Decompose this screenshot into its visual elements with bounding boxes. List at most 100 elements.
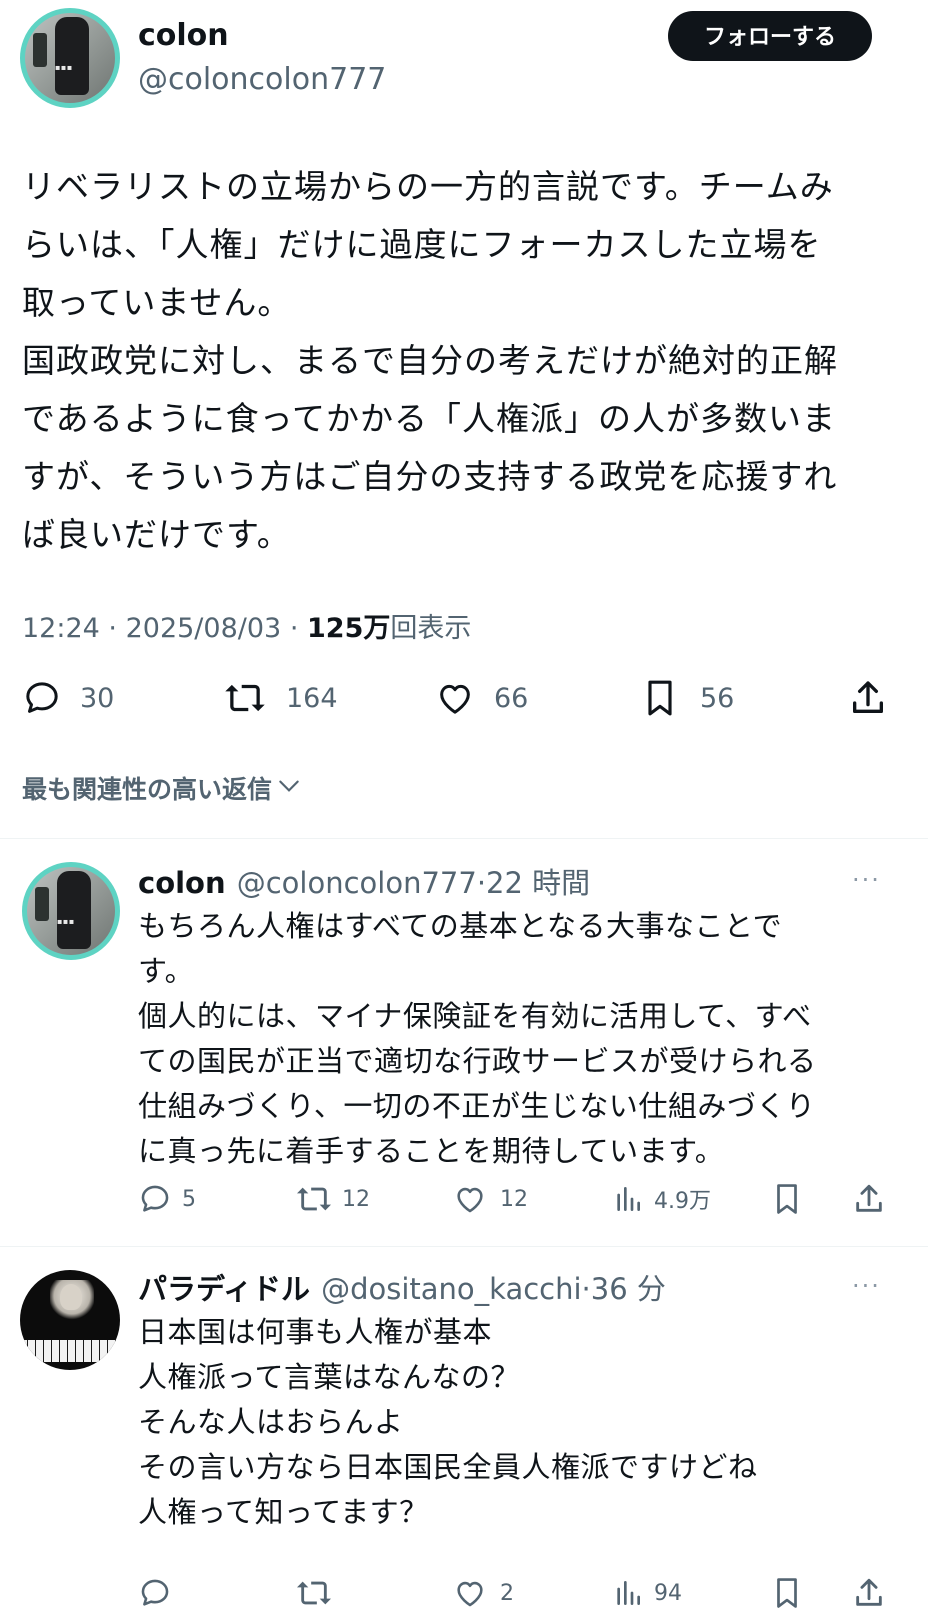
section-divider <box>0 838 928 839</box>
main-post-line: 取っていません。 <box>22 283 292 322</box>
main-author-avatar[interactable]: ▪▪▪ <box>20 8 120 108</box>
post-date[interactable]: 2025/08/03 <box>126 613 282 644</box>
reply-avatar[interactable] <box>20 1270 120 1370</box>
reply-reply-button[interactable] <box>138 1576 172 1610</box>
main-author-name[interactable]: colon <box>138 18 229 53</box>
bookmark-icon <box>772 1576 802 1610</box>
reply-line: 人権って知ってます？ <box>138 1495 429 1529</box>
like-count: 2 <box>500 1580 514 1606</box>
reply-text: もちろん人権はすべての基本となる大事なことで す。 個人的には、マイナ保険証を有… <box>138 904 878 1174</box>
like-icon <box>452 1576 488 1610</box>
reply-count: 5 <box>182 1186 196 1212</box>
reply-line: に真っ先に着手することを期待しています。 <box>138 1134 725 1168</box>
reply-bookmark-button[interactable] <box>772 1576 802 1610</box>
reply-line: 個人的には、マイナ保険証を有効に活用して、すべ <box>138 999 812 1033</box>
main-author-handle[interactable]: @coloncolon777 <box>138 62 386 97</box>
chevron-down-icon <box>276 774 302 803</box>
avatar-figure <box>55 17 89 95</box>
more-icon[interactable]: ··· <box>852 1272 881 1300</box>
avatar-head <box>60 1284 82 1310</box>
reply-bookmark-button[interactable] <box>772 1182 802 1216</box>
share-icon <box>852 1576 886 1610</box>
repost-icon <box>222 678 268 718</box>
reply-share-button[interactable] <box>852 1576 886 1610</box>
reply-line: もちろん人権はすべての基本となる大事なことで <box>138 909 783 943</box>
views-count: 94 <box>654 1580 682 1606</box>
main-post-line: らいは、「人権」だけに過度にフォーカスした立場を <box>22 225 822 264</box>
like-button[interactable]: 66 <box>434 678 528 718</box>
reply-like-button[interactable]: 2 <box>452 1576 514 1610</box>
reply-icon <box>138 1576 172 1610</box>
repost-count: 164 <box>286 682 338 714</box>
reply-author-name[interactable]: パラディドル <box>138 1272 310 1306</box>
like-count: 12 <box>500 1186 528 1212</box>
reply-divider <box>0 1246 928 1247</box>
post-time[interactable]: 12:24 <box>22 613 100 644</box>
reply-repost-button[interactable]: 12 <box>294 1182 370 1216</box>
avatar-watermark: ▪▪▪ <box>55 63 73 72</box>
share-icon <box>852 1182 886 1216</box>
avatar-piano-keys <box>20 1340 120 1362</box>
bookmark-count: 56 <box>700 682 735 714</box>
main-post-line: 国政政党に対し、まるで自分の考えだけが絶対的正解 <box>22 341 838 380</box>
reply-reply-button[interactable]: 5 <box>138 1182 196 1216</box>
reply-text: 日本国は何事も人権が基本 人権派って言葉はなんなの？ そんな人はおらんよ その言… <box>138 1310 878 1535</box>
bookmark-button[interactable]: 56 <box>642 678 734 718</box>
views-icon <box>612 1182 644 1216</box>
reply-sort-selector[interactable]: 最も関連性の高い返信 <box>22 770 302 806</box>
reply-count: 30 <box>80 682 115 714</box>
main-post-line: すが、そういう方はご自分の支持する政党を応援すれ <box>22 457 838 496</box>
reply-line: 人権派って言葉はなんなの？ <box>138 1360 521 1394</box>
reply-icon <box>22 678 62 718</box>
like-count: 66 <box>494 682 529 714</box>
reply-views-button[interactable]: 4.9万 <box>612 1182 711 1216</box>
avatar-figure <box>57 871 91 949</box>
avatar-watermark: ▪▪▪ <box>57 917 75 926</box>
reply-author-name[interactable]: colon <box>138 866 226 900</box>
views-icon <box>612 1576 644 1610</box>
views-count[interactable]: 125万 <box>307 613 390 644</box>
main-post-line: であるように食ってかかる「人権派」の人が多数いま <box>22 399 837 438</box>
repost-button[interactable]: 164 <box>222 678 338 718</box>
views-label: 回表示 <box>390 613 472 644</box>
avatar-suitcase <box>33 33 47 67</box>
reply-line: ての国民が正当で適切な行政サービスが受けられる <box>138 1044 817 1078</box>
reply-sort-label: 最も関連性の高い返信 <box>22 775 273 804</box>
reply-like-button[interactable]: 12 <box>452 1182 528 1216</box>
more-icon[interactable]: ··· <box>852 866 881 894</box>
reply-views-button[interactable]: 94 <box>612 1576 682 1610</box>
repost-icon <box>294 1576 334 1610</box>
reply-author-handle[interactable]: @dositano_kacchi <box>321 1272 581 1306</box>
reply-avatar[interactable]: ▪▪▪ <box>22 862 120 960</box>
meta-separator: · <box>108 613 117 644</box>
reply-line: 日本国は何事も人権が基本 <box>138 1315 493 1349</box>
repost-icon <box>294 1182 334 1216</box>
main-post-line: リベラリストの立場からの一方的言説です。チームみ <box>22 167 834 206</box>
avatar-suitcase <box>35 887 49 921</box>
reply-line: その言い方なら日本国民全員人権派ですけどね <box>138 1450 758 1484</box>
reply-line: 仕組みづくり、一切の不正が生じない仕組みづくり <box>138 1089 816 1123</box>
reply-button[interactable]: 30 <box>22 678 114 718</box>
share-button[interactable] <box>848 678 888 718</box>
bookmark-icon <box>642 678 678 718</box>
post-meta: 12:24 · 2025/08/03 · 125万回表示 <box>22 606 471 645</box>
reply-time[interactable]: ·36 分 <box>582 1272 666 1306</box>
follow-button[interactable]: フォローする <box>668 11 872 61</box>
reply-header: colon @coloncolon777·22 時間 <box>138 860 590 902</box>
bookmark-icon <box>772 1182 802 1216</box>
main-post-line: ば良いだけです。 <box>22 515 291 554</box>
repost-count: 12 <box>342 1186 370 1212</box>
reply-line: す。 <box>138 954 195 988</box>
reply-header: パラディドル @dositano_kacchi·36 分 <box>138 1266 666 1308</box>
like-icon <box>452 1182 488 1216</box>
reply-line: そんな人はおらんよ <box>138 1405 404 1439</box>
reply-author-handle[interactable]: @coloncolon777 <box>237 866 477 900</box>
meta-separator: · <box>289 613 299 644</box>
reply-time[interactable]: ·22 時間 <box>477 866 590 900</box>
reply-icon <box>138 1182 172 1216</box>
main-post-text: リベラリストの立場からの一方的言説です。チームみ らいは、「人権」だけに過度にフ… <box>22 158 922 564</box>
views-count: 4.9万 <box>654 1189 711 1214</box>
reply-share-button[interactable] <box>852 1182 886 1216</box>
share-icon <box>848 678 888 718</box>
reply-repost-button[interactable] <box>294 1576 334 1610</box>
